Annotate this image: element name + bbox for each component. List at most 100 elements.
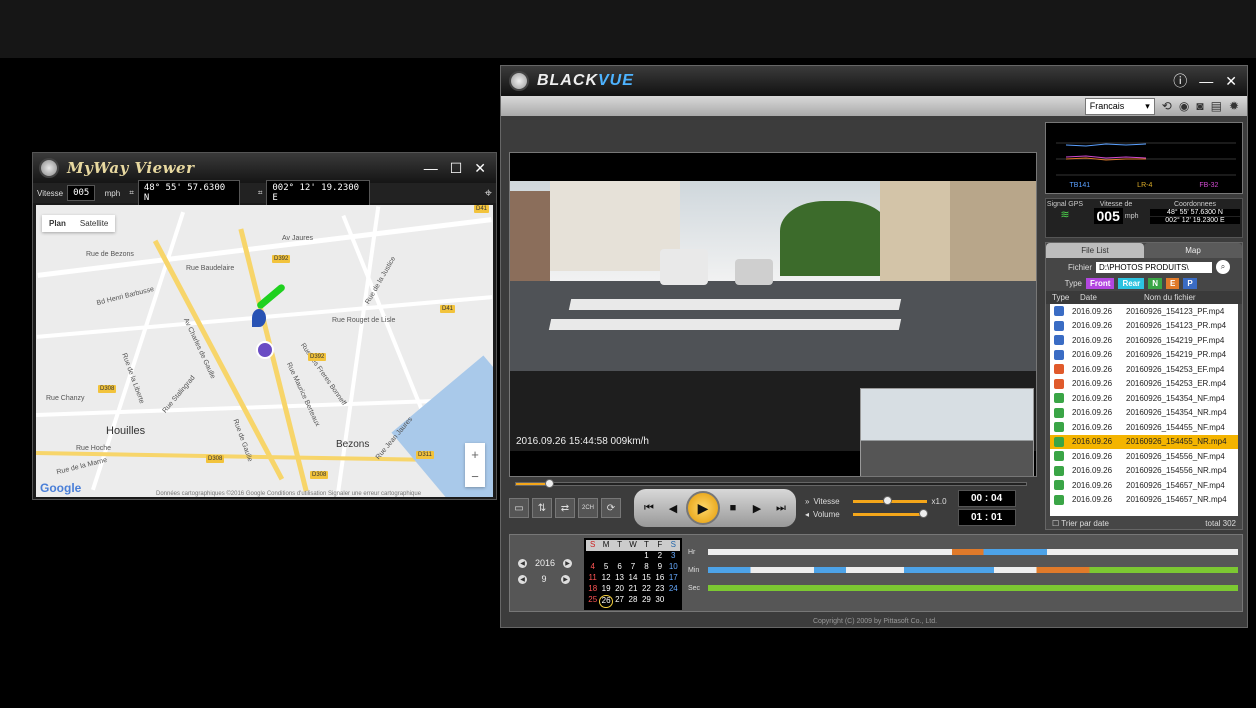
seek-handle[interactable]: [545, 479, 555, 488]
gps-icon[interactable]: ◉: [1179, 99, 1189, 113]
close-icon[interactable]: ✕: [474, 160, 486, 177]
filter-parking-button[interactable]: P: [1183, 278, 1197, 289]
blackvue-titlebar[interactable]: BLACKVUE ⓘ — ✕: [501, 66, 1247, 96]
cal-day[interactable]: 24: [667, 584, 680, 595]
cal-day[interactable]: 25: [586, 595, 599, 608]
position-marker-icon[interactable]: [256, 341, 274, 359]
sync-icon[interactable]: ⟲: [1162, 99, 1172, 113]
folder-path-input[interactable]: D:\PHOTOS PRODUITS\: [1096, 261, 1212, 273]
map-attribution[interactable]: Données cartographiques ©2016 Google Con…: [156, 491, 421, 497]
tab-file-list[interactable]: File List: [1046, 243, 1144, 258]
cal-day[interactable]: 21: [626, 584, 639, 595]
month-next-button[interactable]: ▶: [561, 574, 570, 584]
file-row[interactable]: 2016.09.26 20160926_154219_PF.mp4: [1050, 333, 1238, 348]
speed-slider-handle[interactable]: [882, 496, 892, 505]
file-row[interactable]: 2016.09.26 20160926_154455_NR.mp4: [1050, 434, 1238, 449]
rear-toggle-button[interactable]: ⇄: [555, 498, 575, 518]
sort-by-date-checkbox[interactable]: ☐ Trier par date: [1052, 519, 1109, 528]
info-icon[interactable]: ⓘ: [1173, 71, 1187, 91]
minute-track[interactable]: [708, 567, 1238, 573]
cal-day[interactable]: 2: [653, 551, 666, 562]
zoom-in-button[interactable]: +: [471, 447, 479, 462]
file-row[interactable]: 2016.09.26 20160926_154556_NR.mp4: [1050, 464, 1238, 479]
step-back-button[interactable]: ◀: [662, 498, 684, 518]
year-prev-button[interactable]: ◀: [518, 558, 527, 568]
cal-day[interactable]: 9: [653, 562, 666, 573]
file-row[interactable]: 2016.09.26 20160926_154123_PR.mp4: [1050, 319, 1238, 334]
cal-day[interactable]: 11: [586, 573, 599, 584]
file-row[interactable]: 2016.09.26 20160926_154253_ER.mp4: [1050, 377, 1238, 392]
cal-day[interactable]: 29: [640, 595, 653, 608]
cal-day[interactable]: 23: [653, 584, 666, 595]
cal-day[interactable]: 27: [613, 595, 626, 608]
cal-day[interactable]: 30: [653, 595, 666, 608]
stop-button[interactable]: ■: [722, 498, 744, 518]
maximize-icon[interactable]: ☐: [450, 160, 463, 177]
close-icon[interactable]: ✕: [1225, 73, 1237, 90]
start-marker-icon[interactable]: [252, 309, 266, 327]
step-forward-button[interactable]: ▶: [746, 498, 768, 518]
skip-forward-button[interactable]: ⏭: [770, 498, 792, 518]
language-select[interactable]: Francais ▾: [1084, 97, 1155, 115]
file-list[interactable]: 2016.09.26 20160926_154123_PF.mp4 2016.09.…: [1050, 304, 1238, 516]
col-filename[interactable]: Nom du fichier: [1144, 293, 1196, 302]
seek-bar[interactable]: [515, 479, 1027, 488]
file-row[interactable]: 2016.09.26 20160926_154556_NF.mp4: [1050, 449, 1238, 464]
channel-button[interactable]: 2CH: [578, 498, 598, 518]
cal-day[interactable]: 12: [599, 573, 612, 584]
cal-day[interactable]: 28: [626, 595, 639, 608]
filter-event-button[interactable]: E: [1166, 278, 1180, 289]
file-row[interactable]: 2016.09.26 20160926_154354_NF.mp4: [1050, 391, 1238, 406]
file-row[interactable]: 2016.09.26 20160926_154123_PF.mp4: [1050, 304, 1238, 319]
cal-day[interactable]: 19: [599, 584, 612, 595]
file-row[interactable]: 2016.09.26 20160926_154657_NF.mp4: [1050, 478, 1238, 493]
cal-day[interactable]: 18: [586, 584, 599, 595]
tab-satellite[interactable]: Satellite: [73, 215, 115, 232]
hour-track[interactable]: [708, 549, 1238, 555]
flip-button[interactable]: ⇅: [532, 498, 552, 518]
camera-icon[interactable]: ◙: [1196, 99, 1203, 113]
cal-day[interactable]: 5: [599, 562, 612, 573]
minimize-icon[interactable]: —: [1199, 73, 1213, 89]
tab-map[interactable]: Map: [1144, 243, 1242, 258]
map-view[interactable]: Av Jaures Rue Baudelaire Bd Henri Barbus…: [36, 205, 493, 497]
tab-plan[interactable]: Plan: [42, 215, 73, 232]
repeat-button[interactable]: ⟳: [601, 498, 621, 518]
file-row[interactable]: 2016.09.26 20160926_154354_NR.mp4: [1050, 406, 1238, 421]
search-icon[interactable]: ⌕: [1216, 260, 1230, 274]
gear-icon[interactable]: ✹: [1229, 99, 1239, 113]
snapshot-button[interactable]: ▭: [509, 498, 529, 518]
cal-day[interactable]: 8: [640, 562, 653, 573]
month-prev-button[interactable]: ◀: [518, 574, 527, 584]
filter-normal-button[interactable]: N: [1148, 278, 1163, 289]
year-next-button[interactable]: ▶: [563, 558, 573, 568]
cal-day[interactable]: 22: [640, 584, 653, 595]
cal-day[interactable]: 7: [626, 562, 639, 573]
filter-rear-button[interactable]: Rear: [1118, 278, 1145, 289]
cal-day[interactable]: 1: [640, 551, 653, 562]
file-row[interactable]: 2016.09.26 20160926_154455_NF.mp4: [1050, 420, 1238, 435]
cal-day[interactable]: 15: [640, 573, 653, 584]
cal-day[interactable]: 14: [626, 573, 639, 584]
file-row[interactable]: 2016.09.26 20160926_154657_NR.mp4: [1050, 493, 1238, 508]
second-track[interactable]: [708, 585, 1238, 591]
volume-slider-handle[interactable]: [919, 509, 929, 518]
zoom-out-button[interactable]: −: [471, 469, 479, 484]
minimize-icon[interactable]: —: [424, 160, 438, 176]
cal-day[interactable]: 16: [653, 573, 666, 584]
file-row[interactable]: 2016.09.26 20160926_154253_EF.mp4: [1050, 362, 1238, 377]
filter-front-button[interactable]: Front: [1086, 278, 1115, 289]
skip-back-button[interactable]: ⏮: [638, 498, 660, 518]
cal-day[interactable]: 4: [586, 562, 599, 573]
video-player[interactable]: 2016.09.26 15:44:58 009km/h: [509, 152, 1037, 477]
cal-day[interactable]: 6: [613, 562, 626, 573]
cal-day[interactable]: 13: [613, 573, 626, 584]
cal-day[interactable]: 17: [667, 573, 680, 584]
play-button[interactable]: ▶: [686, 491, 720, 525]
cal-day[interactable]: 10: [667, 562, 680, 573]
col-date[interactable]: Date: [1080, 293, 1140, 302]
volume-slider[interactable]: [853, 509, 929, 518]
cal-day[interactable]: 26: [599, 595, 613, 608]
crosshair-icon[interactable]: ⌖: [485, 185, 492, 201]
file-row[interactable]: 2016.09.26 20160926_154219_PR.mp4: [1050, 348, 1238, 363]
